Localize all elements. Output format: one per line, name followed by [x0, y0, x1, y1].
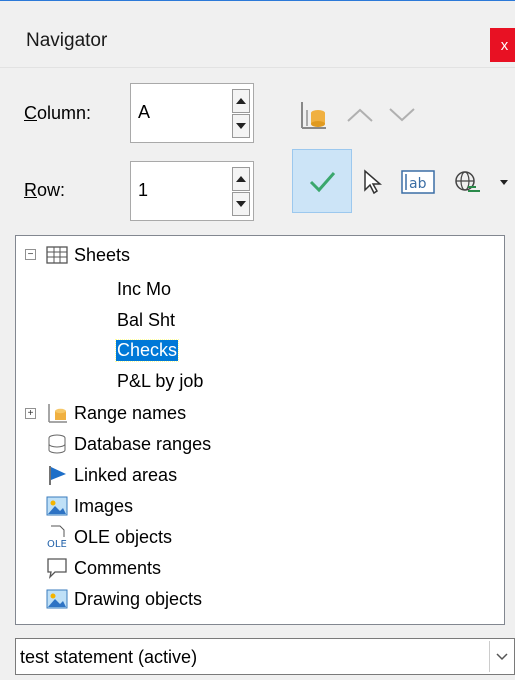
tree-item-images[interactable]: Images: [46, 491, 133, 521]
sheet-item[interactable]: P&L by job: [117, 371, 203, 392]
document-select-value: test statement (active): [20, 647, 198, 667]
window-top-border: [0, 0, 515, 1]
column-value: A: [138, 102, 151, 122]
sheet-item-selected[interactable]: Checks: [114, 339, 180, 362]
svg-text:OLE: OLE: [47, 539, 67, 549]
close-icon: x: [500, 36, 509, 54]
column-label: Column:: [24, 103, 91, 124]
pointer-button[interactable]: [354, 162, 390, 202]
tree-item-database-ranges[interactable]: Database ranges: [46, 429, 211, 459]
data-range-icon: [301, 102, 326, 129]
arrow-up-icon: [347, 108, 373, 122]
sheets-icon: [46, 244, 68, 266]
checkmark-icon: [309, 172, 336, 193]
flag-icon: [46, 464, 68, 486]
database-icon: [46, 433, 68, 455]
arrow-up-icon: [236, 98, 246, 104]
row-spinbox[interactable]: 1: [130, 161, 254, 221]
drag-mode-dropdown[interactable]: [494, 162, 514, 202]
tree-item-label: Comments: [74, 557, 162, 578]
next-button[interactable]: [382, 94, 422, 136]
document-select-dropdown-button[interactable]: [489, 641, 514, 672]
row-increment-button[interactable]: [232, 167, 250, 191]
tree-item-ole-objects[interactable]: OLE OLE objects: [46, 522, 172, 552]
previous-button[interactable]: [340, 94, 380, 136]
title-separator: [0, 67, 515, 68]
chevron-down-icon: [496, 652, 508, 660]
data-range-button[interactable]: [292, 94, 334, 136]
tree-item-range-names[interactable]: Range names: [46, 398, 186, 428]
row-label-text: ow:: [37, 180, 66, 200]
arrow-down-icon: [389, 108, 415, 122]
text-box-icon: ab: [401, 170, 435, 194]
row-label-mnemonic: R: [24, 180, 37, 200]
column-label-mnemonic: C: [24, 103, 37, 123]
document-select[interactable]: test statement (active): [15, 638, 515, 675]
close-button[interactable]: x: [490, 28, 515, 62]
row-label: Row:: [24, 180, 65, 201]
pointer-icon: [364, 169, 383, 195]
navigator-tree[interactable]: − Sheets Inc Mo Bal Sht Checks P&L by jo…: [15, 235, 505, 625]
image-icon: [46, 495, 68, 517]
insert-hyperlink-button[interactable]: [446, 162, 490, 202]
insert-text-box-button[interactable]: ab: [395, 162, 441, 202]
tree-item-drawing-objects[interactable]: Drawing objects: [46, 584, 202, 614]
tree-item-comments[interactable]: Comments: [46, 553, 161, 583]
tree-item-label: OLE objects: [74, 526, 173, 547]
column-decrement-button[interactable]: [232, 114, 250, 138]
sheet-item[interactable]: Bal Sht: [117, 310, 175, 331]
comment-icon: [46, 557, 68, 579]
content-view-toggle-button[interactable]: [292, 149, 352, 213]
row-decrement-button[interactable]: [232, 192, 250, 216]
dropdown-arrow-icon: [500, 179, 508, 185]
drawing-icon: [46, 588, 68, 610]
tree-item-label: Images: [74, 495, 134, 516]
tree-item-label: Linked areas: [74, 464, 178, 485]
arrow-down-icon: [236, 201, 246, 207]
expand-range-names-toggle[interactable]: +: [25, 408, 36, 419]
sheet-item[interactable]: Inc Mo: [117, 279, 171, 300]
tree-item-label: Sheets: [74, 244, 131, 265]
tree-item-label: Drawing objects: [74, 588, 203, 609]
column-increment-button[interactable]: [232, 89, 250, 113]
tree-item-label: Database ranges: [74, 433, 212, 454]
window-title: Navigator: [26, 30, 108, 51]
ole-icon: OLE: [46, 525, 68, 549]
column-label-text: olumn:: [37, 103, 92, 123]
globe-link-icon: [455, 171, 480, 192]
arrow-down-icon: [236, 123, 246, 129]
tree-item-linked-areas[interactable]: Linked areas: [46, 460, 177, 490]
tree-item-sheets[interactable]: Sheets: [46, 240, 130, 270]
tree-item-label: Range names: [74, 402, 187, 423]
row-value: 1: [138, 180, 149, 200]
svg-text:ab: ab: [409, 176, 427, 192]
range-names-icon: [46, 402, 68, 424]
column-spinbox[interactable]: A: [130, 83, 254, 143]
collapse-sheets-toggle[interactable]: −: [25, 249, 36, 260]
arrow-up-icon: [236, 176, 246, 182]
